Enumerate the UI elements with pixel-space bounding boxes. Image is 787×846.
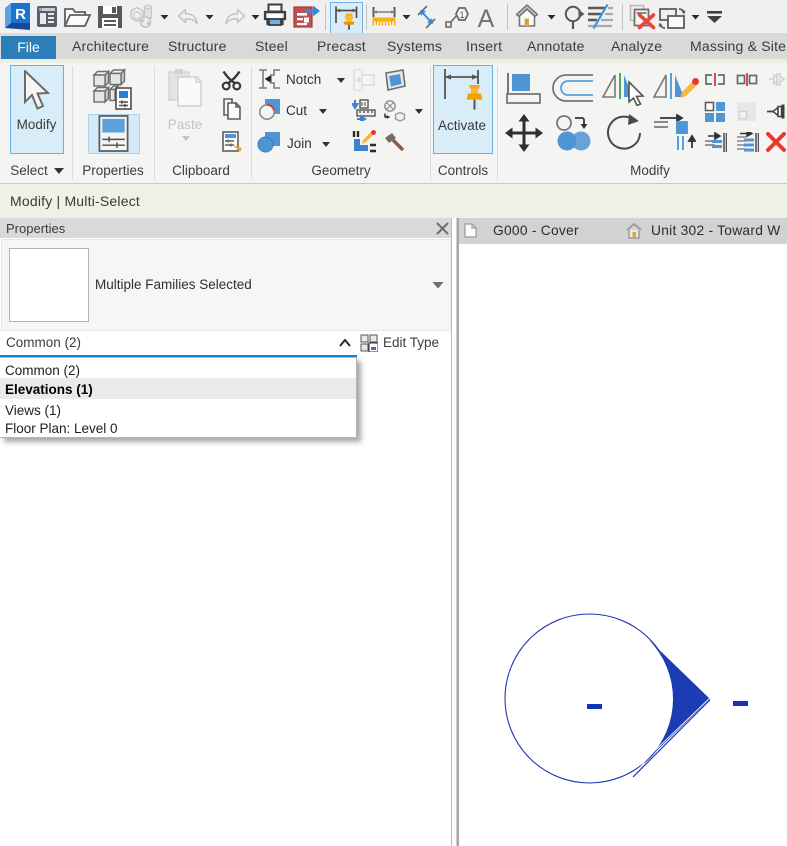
svg-text:A: A: [478, 6, 495, 30]
svg-text:R: R: [15, 6, 26, 23]
svg-text:1: 1: [459, 10, 464, 20]
